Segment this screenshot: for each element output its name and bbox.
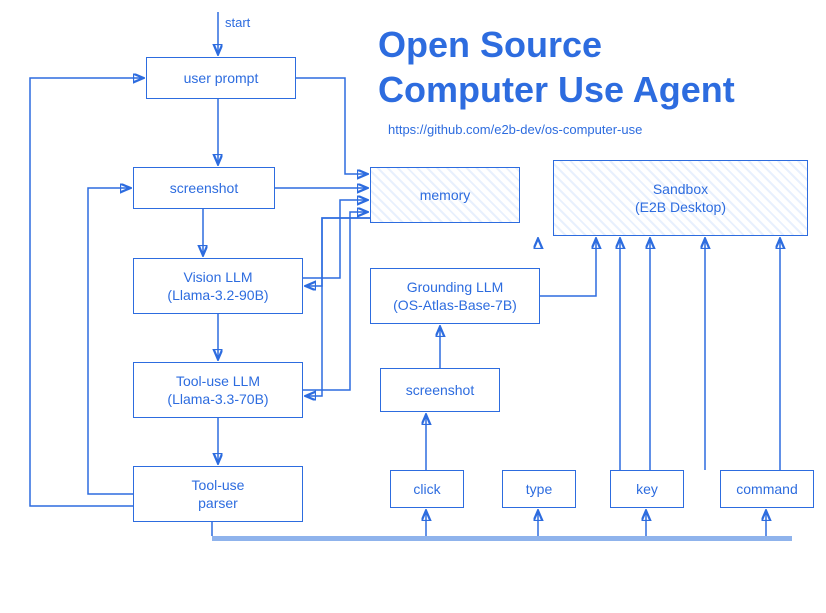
tooluse-parser-line-2: parser [198,495,238,511]
vision-llm-line-1: Vision LLM [183,269,252,285]
tooluse-parser-line-1: Tool-use [192,477,245,493]
diagram-subtitle: https://github.com/e2b-dev/os-computer-u… [388,122,642,137]
sandbox-line-2: (E2B Desktop) [635,199,726,215]
tooluse-llm-line-2: (Llama-3.3-70B) [167,391,268,407]
title-line-2: Computer Use Agent [378,69,735,110]
node-memory: memory [370,167,520,223]
node-grounding-llm: Grounding LLM (OS-Atlas-Base-7B) [370,268,540,324]
node-click: click [390,470,464,508]
node-screenshot-1: screenshot [133,167,275,209]
parser-output-bar [212,536,792,541]
grounding-line-2: (OS-Atlas-Base-7B) [393,297,517,313]
title-line-1: Open Source [378,24,602,65]
node-key: key [610,470,684,508]
tooluse-llm-line-1: Tool-use LLM [176,373,260,389]
grounding-line-1: Grounding LLM [407,279,504,295]
node-tooluse-parser: Tool-use parser [133,466,303,522]
diagram-title: Open Source Computer Use Agent [378,22,735,112]
start-label: start [225,15,250,30]
node-vision-llm: Vision LLM (Llama-3.2-90B) [133,258,303,314]
node-command: command [720,470,814,508]
node-sandbox: Sandbox (E2B Desktop) [553,160,808,236]
node-type: type [502,470,576,508]
node-screenshot-2: screenshot [380,368,500,412]
node-tooluse-llm: Tool-use LLM (Llama-3.3-70B) [133,362,303,418]
node-user-prompt: user prompt [146,57,296,99]
vision-llm-line-2: (Llama-3.2-90B) [167,287,268,303]
sandbox-line-1: Sandbox [653,181,708,197]
